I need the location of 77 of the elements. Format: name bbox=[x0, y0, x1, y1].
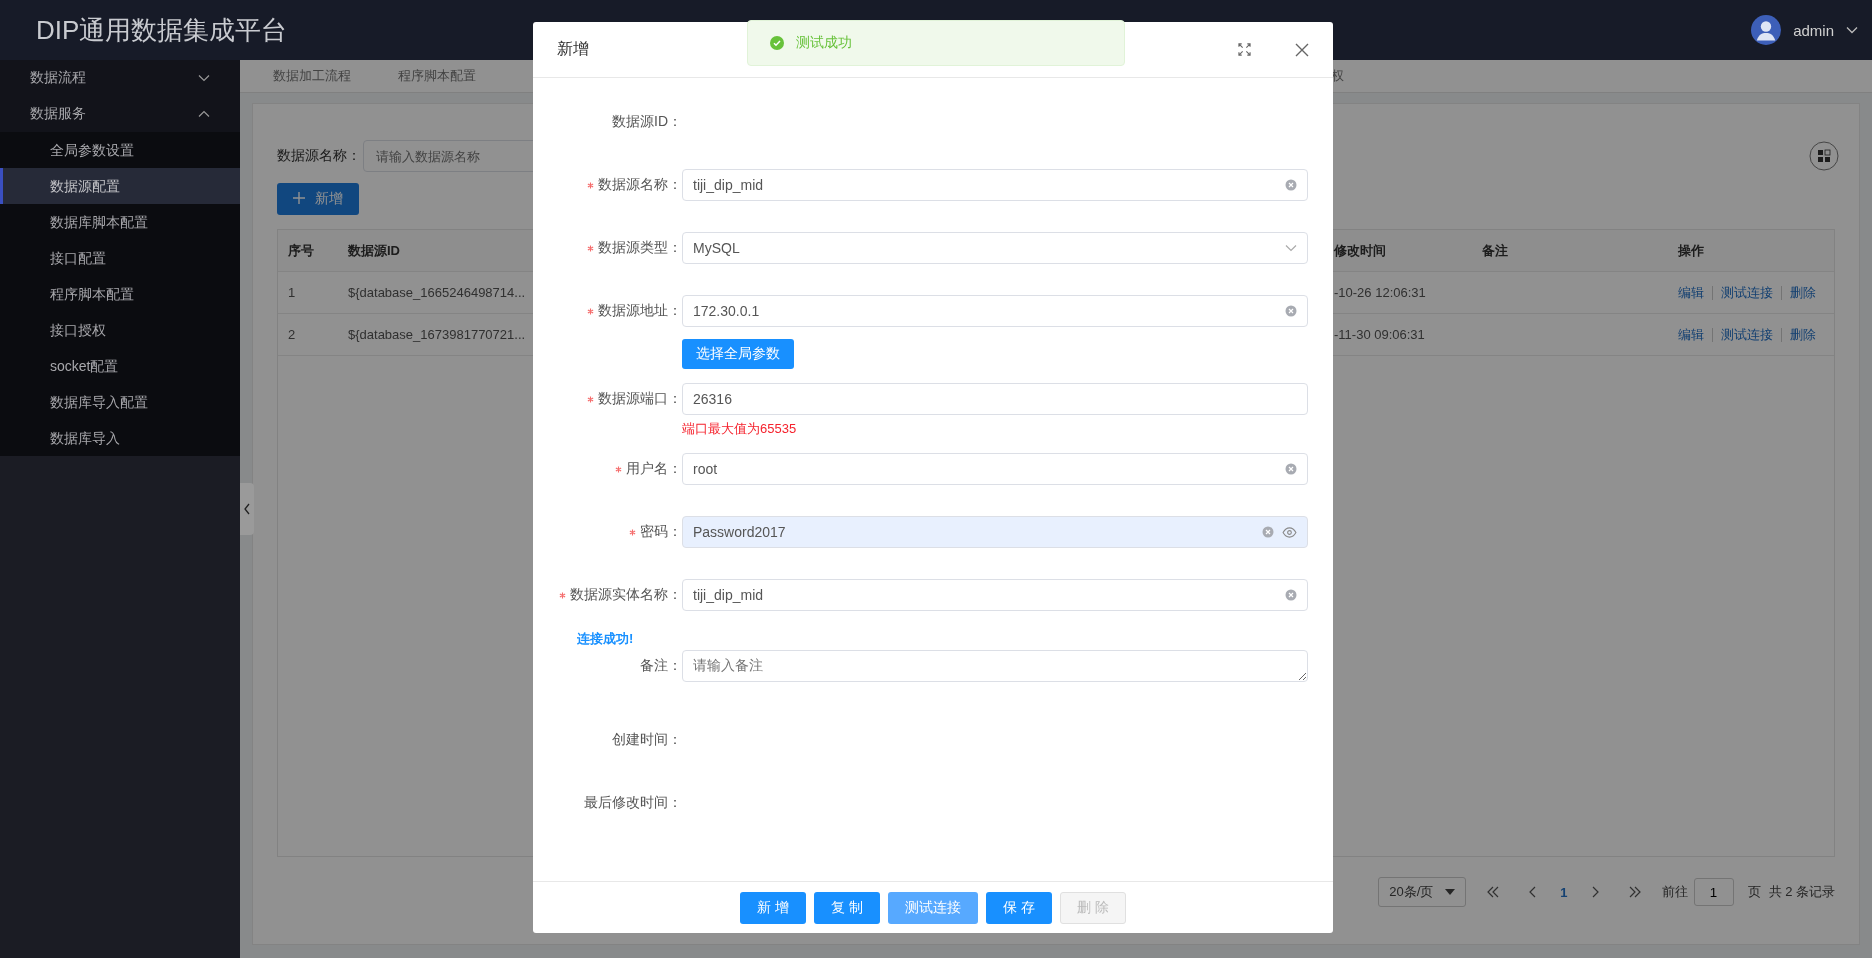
toast-message: 测试成功 bbox=[796, 34, 852, 52]
menu-item[interactable]: 接口配置 bbox=[0, 240, 240, 276]
clear-icon[interactable] bbox=[1285, 179, 1297, 191]
menu-item[interactable]: 数据库脚本配置 bbox=[0, 204, 240, 240]
clear-icon[interactable] bbox=[1285, 589, 1297, 601]
goto-label: 前往 bbox=[1661, 883, 1688, 901]
menu-item[interactable]: 接口授权 bbox=[0, 312, 240, 348]
field-label: 数据源ID： bbox=[612, 113, 682, 131]
menu-item[interactable]: 数据库导入 bbox=[0, 420, 240, 456]
column-header: 数据源ID bbox=[347, 241, 401, 260]
menu-item[interactable]: socket配置 bbox=[0, 348, 240, 384]
menu-item[interactable]: 程序脚本配置 bbox=[0, 276, 240, 312]
dialog-title: 新增 bbox=[557, 39, 589, 59]
table-cell-text: ${database_1665246498714... bbox=[347, 285, 527, 300]
menu-item[interactable]: 数据库导入配置 bbox=[0, 384, 240, 420]
text-field[interactable]: tiji_dip_mid bbox=[682, 169, 1308, 201]
grid-icon[interactable] bbox=[1809, 141, 1839, 171]
app-title: DIP通用数据集成平台 bbox=[36, 13, 288, 47]
table-cell-text: 1 bbox=[287, 285, 297, 300]
table-cell-text: -11-30 09:06:31 bbox=[1333, 327, 1426, 342]
type-select[interactable]: MySQL bbox=[682, 232, 1308, 264]
field-label: 密码： bbox=[640, 523, 682, 541]
clear-icon[interactable] bbox=[1285, 463, 1297, 475]
column-header: 修改时间 bbox=[1332, 241, 1387, 260]
eye-icon[interactable] bbox=[1282, 526, 1297, 538]
close-icon[interactable] bbox=[1295, 42, 1309, 57]
error-message: 端口最大值为65535 bbox=[682, 420, 797, 438]
page-suffix: 页 bbox=[1747, 883, 1761, 901]
action-link[interactable]: 测试连接 bbox=[1721, 283, 1773, 302]
field-label: 数据源端口： bbox=[598, 390, 682, 408]
menu-group[interactable]: 数据流程 bbox=[0, 60, 240, 96]
last-page-icon[interactable] bbox=[1627, 886, 1642, 898]
menu-item[interactable]: 全局参数设置 bbox=[0, 132, 240, 168]
action-link[interactable]: 删除 bbox=[1790, 283, 1816, 302]
column-header: 备注 bbox=[1481, 241, 1509, 260]
remark-field[interactable]: 请输入备注 bbox=[682, 650, 1308, 682]
clear-icon[interactable] bbox=[1262, 526, 1274, 538]
first-page-icon[interactable] bbox=[1486, 886, 1501, 898]
text-field[interactable]: 172.30.0.1 bbox=[682, 295, 1308, 327]
table-cell-text: 2 bbox=[287, 327, 297, 342]
action-link[interactable]: 删除 bbox=[1790, 325, 1816, 344]
search-label: 数据源名称： bbox=[277, 147, 361, 165]
table-cell-text: ${database_1673981770721... bbox=[347, 327, 527, 342]
menu-group[interactable]: 数据服务 bbox=[0, 96, 240, 132]
action-link[interactable]: 编辑 bbox=[1678, 325, 1704, 344]
clear-icon[interactable] bbox=[1285, 305, 1297, 317]
field-label: 最后修改时间： bbox=[584, 794, 682, 812]
column-header: 序号 bbox=[287, 241, 315, 260]
chevron-down-icon bbox=[1285, 244, 1297, 252]
fullscreen-icon[interactable] bbox=[1238, 43, 1251, 56]
chevron-down-icon[interactable] bbox=[1846, 26, 1858, 34]
action-link[interactable]: 测试连接 bbox=[1721, 325, 1773, 344]
field-label: 数据源地址： bbox=[598, 302, 682, 320]
field-label: 数据源实体名称： bbox=[570, 586, 682, 604]
text-field[interactable]: 26316 bbox=[682, 383, 1308, 415]
page-size-select[interactable]: 20条/页 bbox=[1378, 877, 1467, 907]
collapse-handle[interactable] bbox=[240, 483, 254, 535]
text-field[interactable]: root bbox=[682, 453, 1308, 485]
field-label: 数据源名称： bbox=[598, 176, 682, 194]
user-name[interactable]: admin bbox=[1793, 21, 1834, 39]
action-link[interactable]: 编辑 bbox=[1678, 283, 1704, 302]
avatar-icon[interactable] bbox=[1751, 15, 1782, 45]
field-label: 数据源类型： bbox=[598, 239, 682, 257]
page-input[interactable]: 1 bbox=[1693, 878, 1734, 906]
connection-status: 连接成功! bbox=[577, 630, 635, 648]
field-label: 用户名： bbox=[626, 460, 682, 478]
field-label: 备注： bbox=[640, 657, 682, 675]
check-circle-icon bbox=[770, 36, 784, 50]
total-count: 共 2 条记录 bbox=[1768, 883, 1835, 901]
plus-icon bbox=[293, 192, 305, 204]
column-header: 操作 bbox=[1677, 241, 1705, 260]
caret-icon bbox=[1445, 889, 1456, 895]
table-cell-text: -10-26 12:06:31 bbox=[1333, 285, 1427, 300]
field-label: 创建时间： bbox=[612, 731, 682, 749]
text-field[interactable]: Password2017 bbox=[682, 516, 1308, 548]
menu-item[interactable]: 数据源配置 bbox=[0, 168, 240, 204]
text-field[interactable]: tiji_dip_mid bbox=[682, 579, 1308, 611]
